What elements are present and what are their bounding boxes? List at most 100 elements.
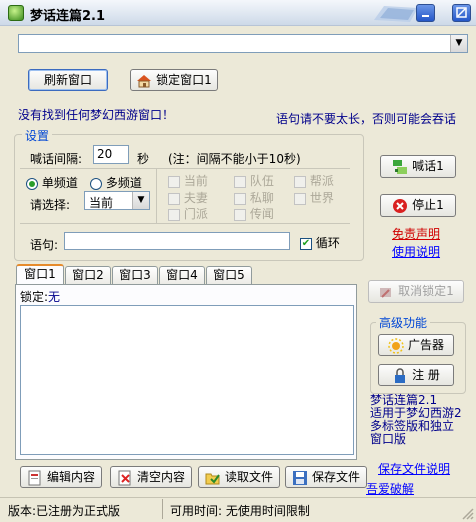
channel-checkbox[interactable]: 帮派 — [294, 172, 334, 189]
house-icon — [137, 74, 152, 87]
loop-label: 循环 — [315, 236, 340, 250]
channel-divider — [156, 169, 157, 224]
register-label: 注 册 — [412, 368, 440, 382]
radio-off-icon — [90, 177, 102, 190]
channel-checkbox[interactable]: 当前 — [168, 172, 208, 189]
sentence-input[interactable] — [64, 232, 290, 250]
floppy-disk-icon — [292, 470, 307, 485]
clear-content-label: 清空内容 — [136, 470, 185, 484]
tab-window-2[interactable]: 窗口2 — [65, 266, 111, 284]
channel-checkbox[interactable]: 传闻 — [234, 205, 274, 222]
channel-select-value: 当前 — [89, 196, 114, 210]
checkbox-icon — [234, 175, 246, 188]
save-file-button[interactable]: 保存文件 — [285, 466, 367, 488]
checkbox-icon — [294, 175, 306, 188]
checkbox-icon — [168, 175, 180, 188]
channel-select[interactable]: 当前 ▼ — [84, 191, 150, 210]
unlock-icon — [380, 287, 392, 298]
channel-checkbox[interactable]: 队伍 — [234, 172, 274, 189]
tab-window-5[interactable]: 窗口5 — [206, 266, 252, 284]
wuai-link[interactable]: 吾爱破解 — [366, 480, 414, 497]
checkbox-icon — [294, 192, 306, 205]
warning-message: 语句请不要太长，否则可能会吞话 — [276, 112, 457, 126]
folder-open-icon — [205, 473, 220, 484]
tab-label: 窗口1 — [24, 267, 56, 281]
interval-note: (注：间隔不能小于10秒) — [168, 152, 301, 166]
chevron-down-icon[interactable]: ▼ — [450, 35, 467, 52]
settings-legend: 设置 — [22, 127, 53, 144]
channel-checkbox[interactable]: 私聊 — [234, 189, 274, 206]
tab-label: 窗口4 — [166, 268, 198, 282]
delete-icon — [118, 470, 131, 485]
tab-window-4[interactable]: 窗口4 — [159, 266, 205, 284]
checkbox-icon — [234, 208, 246, 221]
content-textarea[interactable] — [20, 305, 354, 455]
status-divider — [162, 499, 163, 519]
clear-content-button[interactable]: 清空内容 — [110, 466, 192, 488]
ads-button[interactable]: 广告器 — [378, 334, 454, 356]
register-button[interactable]: 注 册 — [378, 364, 454, 386]
refresh-window-button[interactable]: 刷新窗口 — [28, 69, 108, 91]
checkbox-icon — [234, 192, 246, 205]
tab-window-3[interactable]: 窗口3 — [112, 266, 158, 284]
save-file-help-link[interactable]: 保存文件说明 — [378, 460, 450, 477]
checkbox-icon — [168, 208, 180, 221]
interval-label: 喊话间隔: — [30, 152, 83, 166]
chevron-down-icon[interactable]: ▼ — [132, 192, 149, 209]
cancel-lock-button[interactable]: 取消锁定1 — [368, 280, 464, 303]
stop-button[interactable]: 停止1 — [380, 194, 456, 217]
time-status: 可用时间: 无使用时间限制 — [170, 504, 310, 518]
single-channel-radio[interactable]: 单频道 — [26, 174, 78, 191]
chat-icon — [393, 159, 408, 174]
shout-label: 喊话1 — [412, 159, 444, 173]
close-button[interactable] — [452, 4, 471, 22]
advanced-legend: 高级功能 — [376, 314, 431, 331]
tab-label: 窗口5 — [213, 268, 245, 282]
read-file-label: 读取文件 — [224, 470, 273, 484]
lock-window-button[interactable]: 锁定窗口1 — [130, 69, 218, 91]
sun-icon — [388, 337, 404, 354]
refresh-window-label: 刷新窗口 — [43, 73, 92, 87]
close-icon — [456, 7, 467, 18]
sentence-label: 语句: — [30, 238, 59, 252]
multi-channel-radio[interactable]: 多频道 — [90, 174, 142, 191]
stop-label: 停止1 — [412, 198, 444, 212]
channel-label: 队伍 — [249, 174, 274, 188]
disclaimer-link[interactable]: 免责声明 — [392, 225, 440, 242]
tab-label: 窗口2 — [72, 268, 104, 282]
channel-checkbox[interactable]: 世界 — [294, 189, 334, 206]
edit-content-button[interactable]: 编辑内容 — [20, 466, 102, 488]
channel-label: 世界 — [309, 191, 334, 205]
interval-value: 20 — [97, 147, 113, 161]
edit-content-label: 编辑内容 — [46, 470, 95, 484]
check-icon: ✔ — [300, 237, 312, 250]
document-icon — [28, 470, 41, 485]
checkbox-icon — [168, 192, 180, 205]
version-status: 版本:已注册为正式版 — [8, 504, 121, 518]
lock-window-label: 锁定窗口1 — [156, 73, 212, 87]
interval-input[interactable]: 20 — [93, 145, 129, 164]
window-select-combo[interactable]: ▼ — [18, 34, 468, 53]
tab-window-1[interactable]: 窗口1 — [16, 264, 64, 285]
resize-grip-icon[interactable] — [460, 506, 474, 520]
channel-checkbox[interactable]: 夫妻 — [168, 189, 208, 206]
read-file-button[interactable]: 读取文件 — [198, 466, 280, 488]
lock-status: 锁定:无 — [20, 288, 60, 305]
app-info-line: 窗口版 — [370, 432, 407, 446]
channel-checkbox[interactable]: 门派 — [168, 205, 208, 222]
save-file-label: 保存文件 — [311, 470, 360, 484]
loop-checkbox[interactable]: ✔ 循环 — [300, 234, 340, 251]
channel-label: 帮派 — [309, 174, 334, 188]
lock-icon — [395, 367, 406, 383]
app-info: 梦话连篇2.1 适用于梦幻西游2 多标签版和独立 窗口版 — [370, 394, 462, 446]
window-title: 梦话连篇2.1 — [30, 9, 106, 24]
minimize-button[interactable] — [416, 4, 435, 22]
channel-label: 传闻 — [249, 207, 274, 221]
usage-link[interactable]: 使用说明 — [392, 243, 440, 260]
shout-button[interactable]: 喊话1 — [380, 155, 456, 178]
interval-unit: 秒 — [137, 152, 150, 166]
select-label: 请选择: — [30, 198, 71, 212]
cancel-lock-label: 取消锁定1 — [398, 284, 454, 298]
decorative-flag-icon — [374, 6, 418, 22]
channel-label: 门派 — [183, 207, 208, 221]
